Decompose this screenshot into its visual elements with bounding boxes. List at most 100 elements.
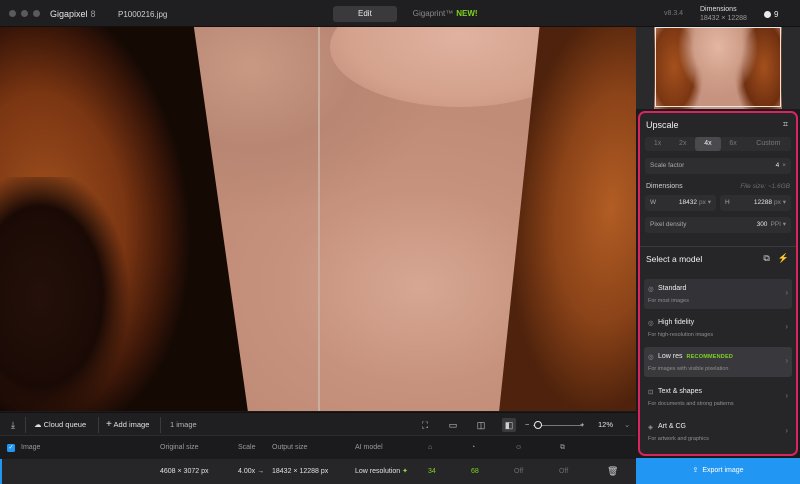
credits-badge[interactable]: 9 xyxy=(764,10,778,19)
model-desc: For artwork and graphics xyxy=(648,436,709,442)
minimize-window-button[interactable] xyxy=(21,10,28,17)
original-size-cell: 4608 × 3072 px xyxy=(160,468,209,475)
credits-icon xyxy=(764,11,771,18)
title-bar: Gigapixel 8 P1000216.jpg Edit Gigaprint™ N… xyxy=(0,0,800,27)
compare-models-icon[interactable]: ⧉ xyxy=(763,253,769,264)
face-recovery-col-icon: ⌂ xyxy=(428,444,433,451)
dimensions-section-label: Dimensions xyxy=(646,183,683,190)
settings-panel: Upscale ⌗ 1x 2x 4x 6x Custom Scale facto… xyxy=(638,111,798,456)
crop-icon[interactable]: ⌗ xyxy=(783,119,788,130)
col-ai-model: AI model xyxy=(355,444,383,451)
scale-factor-label: Scale factor xyxy=(650,162,685,169)
upscale-title: Upscale xyxy=(646,120,679,130)
scale-2x[interactable]: 2x xyxy=(670,137,695,151)
navigator-viewport-frame[interactable] xyxy=(655,27,781,107)
cloud-queue-button[interactable]: ☁︎ Cloud queue xyxy=(34,413,86,437)
model-desc: For documents and strong patterns xyxy=(648,401,734,407)
credits-count: 9 xyxy=(774,10,779,19)
face-col-icon: ☺ xyxy=(515,444,523,451)
width-field[interactable]: W 18432 px ▾ xyxy=(645,195,716,211)
scale-cell: 4.00x → xyxy=(238,468,265,475)
width-label: W xyxy=(650,199,657,206)
fit-to-screen-icon[interactable]: ⛶ xyxy=(418,418,432,432)
height-unit: px ▾ xyxy=(774,199,786,206)
trash-icon[interactable]: 🗑︎ xyxy=(607,459,618,484)
art-cg-model-icon: ◈ xyxy=(648,424,653,431)
toolbar-separator xyxy=(160,417,161,433)
table-row[interactable]: 4608 × 3072 px 4.00x → 18432 × 12288 px … xyxy=(0,459,636,484)
dimensions-value: 18432 × 12288 xyxy=(700,15,747,22)
add-image-label: Add image xyxy=(113,420,150,429)
zoom-level[interactable]: 12% xyxy=(598,413,613,437)
scale-factor-field[interactable]: Scale factor 4 × xyxy=(645,158,791,174)
toolbar-separator xyxy=(98,417,99,433)
width-unit-label: px xyxy=(699,199,706,206)
tab-gigaprint-label: Gigaprint™ xyxy=(412,9,454,18)
single-view-icon[interactable]: ▭ xyxy=(446,418,460,432)
side-by-side-view-icon[interactable]: ◫ xyxy=(474,418,488,432)
pixel-density-unit: PPI ▾ xyxy=(770,221,786,228)
value-cell: Off xyxy=(514,468,524,475)
add-image-button[interactable]: + Add image xyxy=(106,413,149,437)
app-version: 8 xyxy=(90,9,96,19)
height-field[interactable]: H 12288 px ▾ xyxy=(720,195,791,211)
plus-icon: + xyxy=(106,419,112,430)
chevron-right-icon: › xyxy=(785,391,788,400)
model-name-row: Low res RECOMMENDED xyxy=(658,353,733,360)
scale-6x[interactable]: 6x xyxy=(721,137,746,151)
zoom-out-icon[interactable]: − xyxy=(525,413,529,437)
zoom-window-button[interactable] xyxy=(33,10,40,17)
model-card-high-fidelity[interactable]: ◎ High fidelity For high-resolution imag… xyxy=(644,313,792,343)
width-value: 18432 xyxy=(678,199,697,206)
output-size-cell: 18432 × 12288 px xyxy=(272,468,329,475)
image-preview[interactable] xyxy=(0,27,636,411)
toolbar-separator xyxy=(25,417,26,433)
standard-model-icon: ◎ xyxy=(648,286,654,293)
text-shapes-model-icon: ⊡ xyxy=(648,389,654,396)
ai-model-name: Low resolution xyxy=(355,468,401,475)
pixel-density-label: Pixel density xyxy=(650,221,687,228)
value-cell: Off xyxy=(559,468,569,475)
scale-selector: 1x 2x 4x 6x Custom xyxy=(645,137,791,151)
scale-1x[interactable]: 1x xyxy=(645,137,670,151)
autopilot-bolt-icon[interactable]: ⚡ xyxy=(778,253,789,264)
scale-4x[interactable]: 4x xyxy=(695,137,721,151)
split-view-icon[interactable]: ◧ xyxy=(502,418,516,432)
model-card-low-res[interactable]: ◎ Low res RECOMMENDED For images with vis… xyxy=(644,347,792,377)
pixel-density-unit-label: PPI xyxy=(770,221,781,228)
pixel-density-field[interactable]: Pixel density 300 PPI ▾ xyxy=(645,217,791,233)
export-label: Export image xyxy=(702,467,744,474)
scale-factor-value: 4 xyxy=(775,162,780,169)
dimensions-label: Dimensions xyxy=(700,6,737,13)
col-image: Image xyxy=(21,444,41,451)
model-card-text-shapes[interactable]: ⊡ Text & shapes For documents and strong… xyxy=(644,382,792,412)
col-original-size: Original size xyxy=(160,444,199,451)
model-card-art-cg[interactable]: ◈ Art & CG For artwork and graphics › xyxy=(644,417,792,447)
select-all-checkbox[interactable]: ✓ xyxy=(7,444,15,452)
close-window-button[interactable] xyxy=(9,10,16,17)
export-image-button[interactable]: ⇪ Export image xyxy=(636,458,800,484)
compare-split-handle[interactable] xyxy=(318,27,320,411)
version-label: v8.3.4 xyxy=(664,10,684,17)
model-card-standard[interactable]: ◎ Standard For most images › xyxy=(644,279,792,309)
ai-model-cell[interactable]: Low resolution ✦ xyxy=(355,459,408,484)
scale-custom[interactable]: Custom xyxy=(746,137,791,151)
image-table-header: ✓ Image Original size Scale Output size … xyxy=(0,437,636,459)
model-name: Text & shapes xyxy=(658,388,702,395)
sparkle-icon: ✦ xyxy=(402,468,408,475)
zoom-in-icon[interactable]: + xyxy=(580,413,584,437)
tab-gigaprint[interactable]: Gigaprint™ NEW! xyxy=(399,6,492,22)
height-value: 12288 xyxy=(753,199,772,206)
chevron-right-icon: › xyxy=(785,322,788,331)
export-icon: ⇪ xyxy=(692,467,699,474)
low-res-model-icon: ◎ xyxy=(648,354,654,361)
new-badge: NEW! xyxy=(456,9,478,18)
high-fidelity-model-icon: ◎ xyxy=(648,320,654,327)
chevron-down-icon[interactable]: ⌄ xyxy=(624,413,630,437)
download-icon[interactable]: ⤓ xyxy=(6,418,20,432)
tab-edit[interactable]: Edit xyxy=(333,6,397,22)
zoom-slider-knob[interactable] xyxy=(534,421,542,429)
col-scale: Scale xyxy=(238,444,256,451)
model-desc: For high-resolution images xyxy=(648,332,714,338)
image-count: 1 image xyxy=(170,420,197,429)
